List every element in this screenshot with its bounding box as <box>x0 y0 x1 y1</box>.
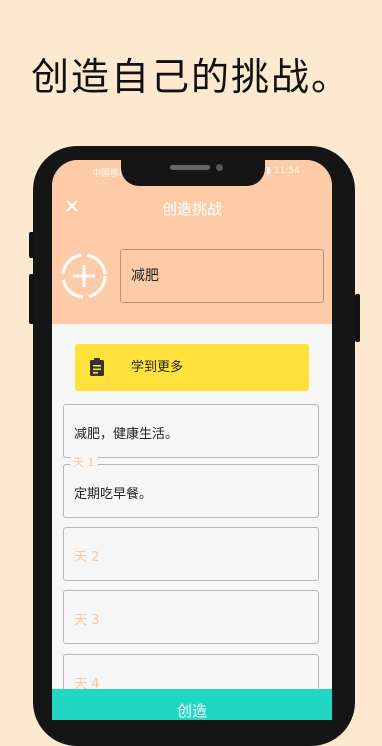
description-field[interactable]: 减肥，健康生活。 <box>63 404 319 458</box>
day-1-text: 定期吃早餐。 <box>74 487 153 502</box>
clipboard-icon <box>89 358 105 376</box>
page-title: 创造挑战 <box>161 200 222 218</box>
day-2-field[interactable]: 天 2 <box>63 527 319 581</box>
description-text: 减肥，健康生活。 <box>74 427 179 442</box>
phone-side-button <box>29 274 34 324</box>
speaker-grille <box>170 165 210 170</box>
day-1-label: 天 1 <box>70 456 98 470</box>
phone-side-button <box>29 232 34 258</box>
challenge-name-field[interactable]: 减肥 <box>120 249 324 303</box>
phone-screen: 中国移动 ⊕ ▾ ◎ ▾ ▮ 11:54 创造挑战 减肥 学到更多 减肥，健康生… <box>52 160 332 720</box>
front-camera <box>216 164 223 171</box>
learn-more-label: 学到更多 <box>131 360 184 375</box>
create-button[interactable]: 创造 <box>52 689 332 720</box>
phone-side-button <box>355 294 360 342</box>
promo-headline: 创造自己的挑战。 <box>30 55 351 99</box>
add-photo-icon[interactable] <box>60 252 108 300</box>
day-3-label: 天 3 <box>74 613 100 628</box>
day-1-field[interactable]: 天 1 定期吃早餐。 <box>63 456 319 518</box>
learn-more-button[interactable]: 学到更多 <box>75 344 309 391</box>
phone-notch <box>121 158 265 186</box>
day-3-field[interactable]: 天 3 <box>63 590 319 644</box>
day-2-label: 天 2 <box>74 550 100 565</box>
